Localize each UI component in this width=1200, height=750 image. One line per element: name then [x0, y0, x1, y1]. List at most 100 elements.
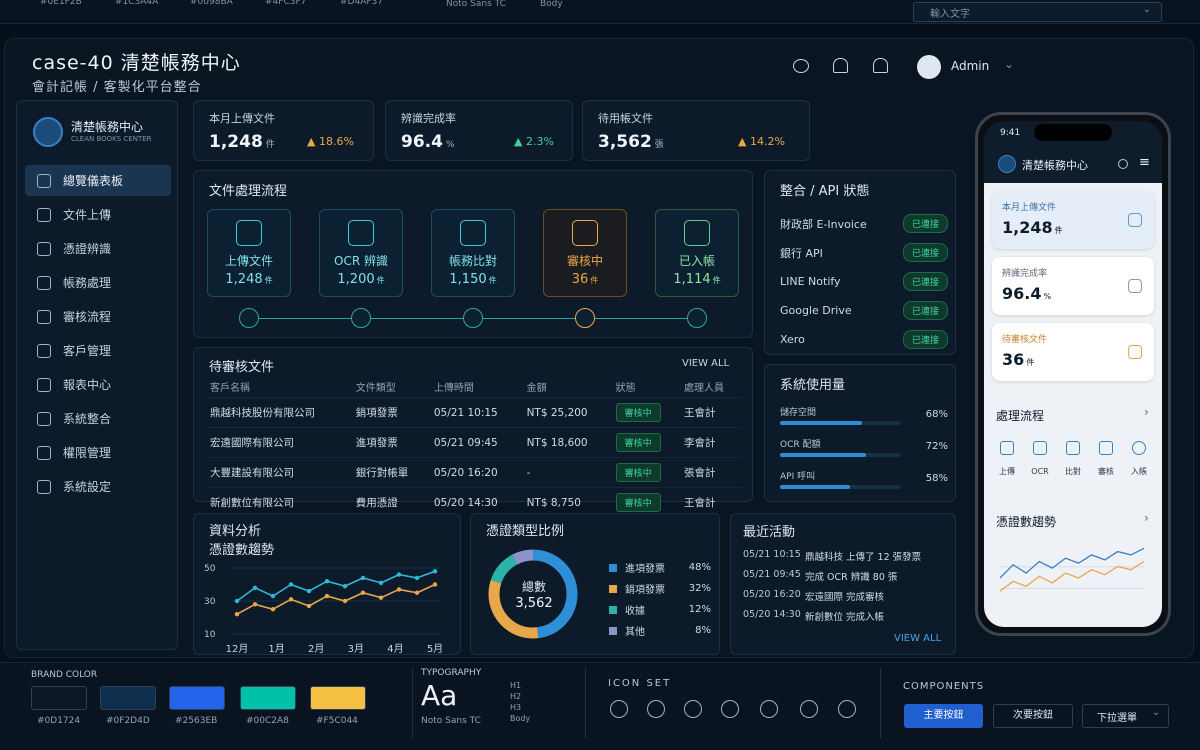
message-icon[interactable] — [793, 59, 809, 73]
table-row[interactable]: 宏遠國際有限公司 進項發票 05/21 09:45 NT$ 18,600 審核中 李會計 — [206, 427, 742, 458]
typography-level: H2 — [510, 692, 522, 701]
table-row[interactable]: 大豐建設有限公司 銀行對帳單 05/20 16:20- 審核中 張會計 — [206, 457, 742, 488]
column-header: 上傳時間 — [433, 383, 474, 394]
sidebar-item-recognition[interactable]: 憑證辨識 — [25, 233, 171, 264]
secondary-button[interactable]: 次要按鈕 — [993, 704, 1073, 728]
sidebar-item-label: 系統整合 — [63, 412, 112, 426]
sidebar-item-clients[interactable]: 客戶管理 — [25, 335, 171, 366]
cell-type: 進項發票 — [351, 427, 430, 458]
series-line — [999, 560, 1145, 592]
phone-kpi-card[interactable]: 待審核文件 36 件 — [992, 323, 1154, 381]
legend-value: 12% — [688, 604, 711, 615]
flow-step[interactable]: 已入帳 1,114 件 — [655, 209, 739, 297]
flow-step-number: 1,150 — [449, 272, 487, 287]
match-icon — [460, 220, 486, 246]
typography-level: H3 — [510, 703, 522, 712]
usage-row: OCR 配額 72% — [780, 437, 948, 469]
flow-dot — [463, 308, 483, 328]
sidebar-item-permissions[interactable]: 權限管理 — [25, 437, 171, 468]
flow-step-number: 1,248 — [225, 272, 263, 287]
phone-flow-step[interactable]: 入帳 — [1124, 441, 1154, 478]
dashboard-icon — [37, 173, 51, 188]
usage-value: 58% — [925, 473, 948, 484]
usage-label: 儲存空間 — [780, 408, 817, 418]
series-line — [236, 583, 436, 615]
integration-row: LINE Notify 已連接 — [780, 267, 948, 296]
sidebar-item-reports[interactable]: 報表中心 — [25, 369, 171, 400]
bell-icon[interactable] — [833, 58, 848, 73]
shield-icon — [800, 700, 818, 718]
cell-time: 05/21 10:15 — [429, 397, 523, 428]
kpi-delta: ▲ 18.6% — [307, 135, 354, 148]
legend-item: 收據 12% — [609, 599, 711, 620]
chevron-right-icon[interactable]: › — [1144, 405, 1149, 419]
sidebar-item-review[interactable]: 審核流程 — [25, 301, 171, 332]
phone-kpi-card[interactable]: 本月上傳文件 1,248 件 — [992, 191, 1154, 249]
brand-logo — [998, 155, 1016, 173]
status-badge: 審核中 — [615, 463, 661, 482]
table-header: 客戶名稱 文件類型 上傳時間 金額 狀態 處理人員 — [206, 376, 742, 398]
phone-flow-step[interactable]: 上傳 — [992, 441, 1022, 478]
settings-icon[interactable] — [1118, 159, 1128, 169]
chart-icon — [37, 377, 51, 392]
dropdown-label: 下拉選單 — [1097, 713, 1137, 724]
typography-font: Noto Sans TC — [421, 716, 481, 726]
phone-kpi-unit: 件 — [1054, 226, 1063, 235]
flow-step[interactable]: 審核中 36 件 — [543, 209, 627, 297]
kpi-card: 待用帳文件 3,562 張 ▲ 14.2% — [582, 100, 810, 161]
review-icon — [572, 220, 598, 246]
primary-button[interactable]: 主要按鈕 — [904, 704, 983, 728]
integration-icon — [37, 411, 51, 426]
flow-step[interactable]: 帳務比對 1,150 件 — [431, 209, 515, 297]
activity-list: 05/21 10:15 鼎越科技 上傳了 12 張發票 05/21 09:45 完成… — [743, 549, 953, 629]
legend-value: 48% — [688, 562, 711, 573]
chevron-right-icon[interactable]: › — [1144, 511, 1149, 525]
phone-flow-step[interactable]: 比對 — [1058, 441, 1088, 478]
phone-flow-label: OCR — [1031, 467, 1049, 476]
phone-kpi-card[interactable]: 辨識完成率 96.4% — [992, 257, 1154, 315]
data-point — [414, 575, 420, 581]
activity-item: 05/20 16:20 宏遠國際 完成審核 — [743, 589, 953, 609]
notification-icon[interactable] — [873, 58, 888, 73]
view-all-link[interactable]: VIEW ALL — [894, 633, 941, 644]
flow-step[interactable]: 上傳文件 1,248 件 — [207, 209, 291, 297]
dropdown-select[interactable]: 下拉選單 ⌄ — [1082, 704, 1169, 728]
typography-title: TYPOGRAPHY — [421, 668, 482, 678]
view-all-link[interactable]: VIEW ALL — [682, 358, 729, 369]
flow-step[interactable]: OCR 辨識 1,200 件 — [319, 209, 403, 297]
user-name[interactable]: Admin — [951, 59, 989, 73]
phone-frame: 9:41 清楚帳務中心 ≡ 本月上傳文件 1,248 件 辨識完成率 96.4% … — [975, 112, 1171, 636]
donut-center-label: 總數 — [521, 580, 546, 594]
kpi-delta: ▲ 2.3% — [514, 135, 554, 148]
top-input[interactable]: 輸入文字 ⌄ — [913, 2, 1162, 22]
sidebar-item-dashboard[interactable]: 總覽儀表板 — [25, 165, 171, 196]
swatch-label: #F5C044 — [316, 716, 358, 726]
phone-flow-step[interactable]: 審核 — [1091, 441, 1121, 478]
column-header: 金額 — [526, 383, 547, 394]
top-input-placeholder: 輸入文字 — [930, 9, 970, 20]
flow-step-unit: 件 — [264, 276, 273, 285]
review-icon — [1099, 441, 1113, 455]
column-header: 狀態 — [615, 383, 636, 394]
table-row[interactable]: 鼎越科技股份有限公司 銷項發票 05/21 10:15 NT$ 25,200 審核中 王會… — [206, 397, 742, 428]
menu-icon[interactable]: ≡ — [1139, 156, 1150, 169]
chevron-down-icon[interactable]: ⌄ — [1004, 57, 1014, 71]
data-point — [252, 602, 258, 607]
phone-flow-step[interactable]: OCR — [1025, 441, 1055, 478]
phone-trend-chart — [999, 547, 1145, 592]
sidebar-item-accounting[interactable]: 帳務處理 — [25, 267, 171, 298]
sidebar-item-settings[interactable]: 系統設定 — [25, 471, 171, 502]
x-tick-label: 1月 — [268, 643, 284, 654]
status-badge: 已連接 — [902, 330, 948, 349]
sidebar-item-integration[interactable]: 系統整合 — [25, 403, 171, 434]
donut-legend: 進項發票 48% 銷項發票 32% 收據 12% 其他 8% — [609, 557, 711, 641]
flow-step-value: 1,200 件 — [320, 272, 402, 287]
sidebar-item-upload[interactable]: 文件上傳 — [25, 199, 171, 230]
avatar[interactable] — [917, 55, 941, 79]
cell-client: 大豐建設有限公司 — [206, 457, 352, 488]
clock-icon — [1128, 345, 1142, 359]
flow-dot — [239, 308, 259, 328]
divider — [880, 668, 881, 738]
phone-flow: 上傳 OCR 比對 審核 入帳 — [992, 441, 1154, 478]
phone-screen: 9:41 清楚帳務中心 ≡ 本月上傳文件 1,248 件 辨識完成率 96.4% … — [984, 121, 1162, 627]
